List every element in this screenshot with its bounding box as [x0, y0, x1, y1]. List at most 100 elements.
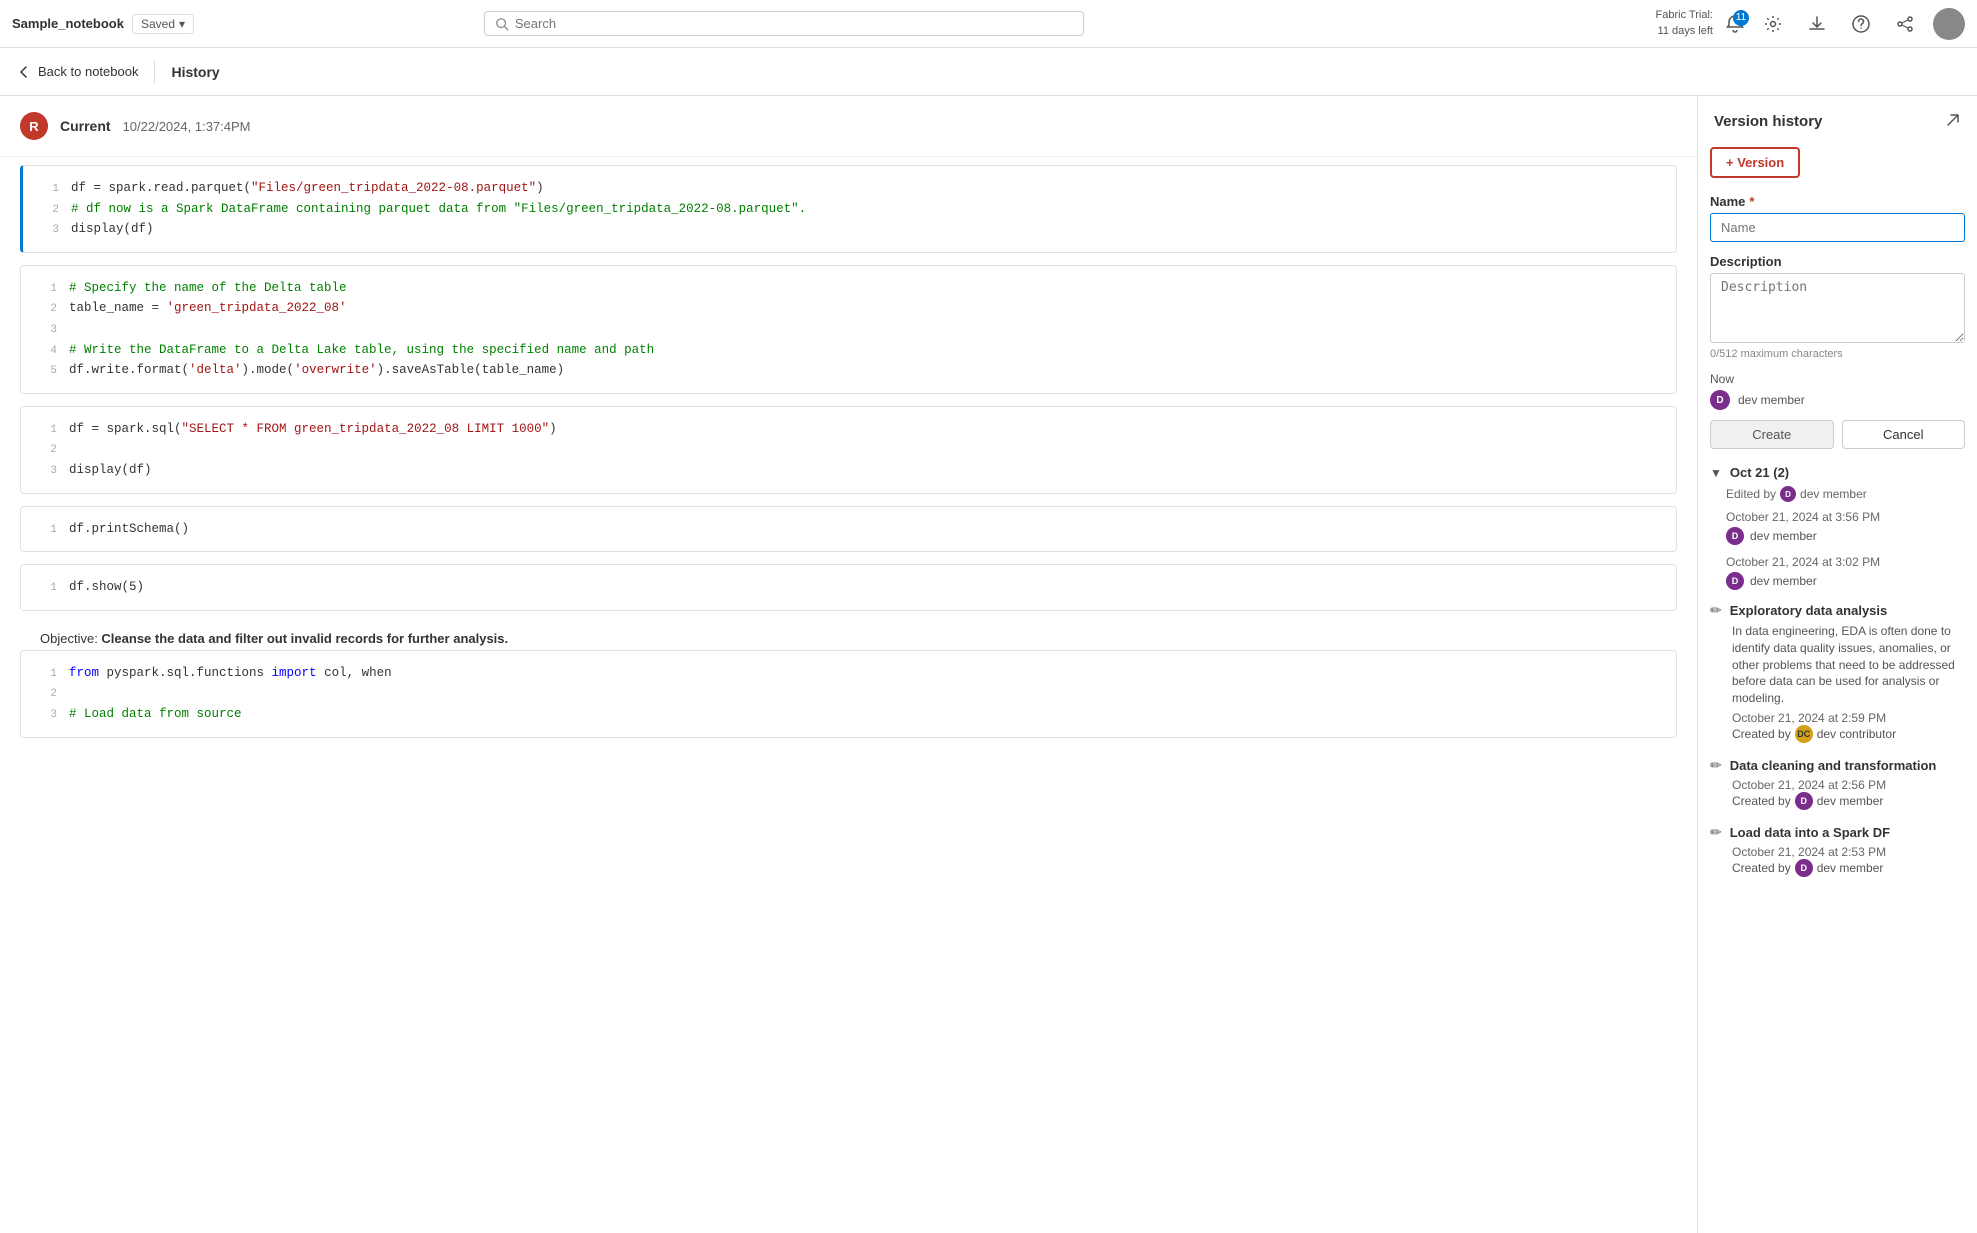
version-panel-title: Version history: [1714, 113, 1822, 130]
subheader: Back to notebook History: [0, 48, 1977, 96]
current-label: Current: [60, 118, 111, 134]
required-indicator: *: [1749, 194, 1754, 209]
version-user-avatar-0: D: [1726, 527, 1744, 545]
cancel-button[interactable]: Cancel: [1842, 420, 1966, 449]
current-date: 10/22/2024, 1:37:4PM: [123, 119, 251, 134]
topbar-right: Fabric Trial: 11 days left 11: [1656, 8, 1965, 40]
named-version-eda-desc: In data engineering, EDA is often done t…: [1732, 623, 1965, 707]
settings-button[interactable]: [1757, 8, 1789, 40]
objective-content: Cleanse the data and filter out invalid …: [101, 631, 508, 646]
named-version-cleaning-title[interactable]: Data cleaning and transformation: [1730, 758, 1937, 773]
chevron-down-icon: ▾: [179, 17, 185, 31]
code-content-6: 1from pyspark.sql.functions import col, …: [21, 651, 1676, 737]
version-entry-0: October 21, 2024 at 3:56 PM D dev member: [1710, 510, 1965, 545]
back-label: Back to notebook: [38, 64, 138, 79]
form-buttons: Create Cancel: [1710, 420, 1965, 449]
search-icon: [495, 17, 509, 31]
named-version-cleaning: ✏ Data cleaning and transformation Octob…: [1710, 757, 1965, 810]
code-content-3: 1df = spark.sql("SELECT * FROM green_tri…: [21, 407, 1676, 493]
contributor-avatar: DC: [1795, 725, 1813, 743]
download-icon: [1808, 15, 1826, 33]
help-icon: [1852, 15, 1870, 33]
edited-by-label: Edited by: [1726, 487, 1776, 501]
settings-icon: [1764, 15, 1782, 33]
create-button[interactable]: Create: [1710, 420, 1834, 449]
description-form: Description 0/512 maximum characters: [1710, 254, 1965, 360]
named-version-eda-title[interactable]: Exploratory data analysis: [1730, 603, 1888, 618]
named-version-eda-header: ✏ Exploratory data analysis: [1710, 602, 1965, 619]
named-version-load-creator: Created by D dev member: [1732, 859, 1965, 877]
topbar: Sample_notebook Saved ▾ Fabric Trial: 11…: [0, 0, 1977, 48]
description-textarea[interactable]: [1710, 273, 1965, 343]
named-version-load-title[interactable]: Load data into a Spark DF: [1730, 825, 1890, 840]
objective-prefix: Objective:: [40, 631, 101, 646]
notification-button[interactable]: 11: [1725, 14, 1745, 34]
add-version-button[interactable]: + Version: [1710, 147, 1800, 178]
cleaning-member-avatar: D: [1795, 792, 1813, 810]
pencil-icon-cleaning: ✏: [1710, 757, 1722, 774]
current-version-header: R Current 10/22/2024, 1:37:4PM: [0, 96, 1697, 157]
code-content-1: 1df = spark.read.parquet("Files/green_tr…: [23, 166, 1676, 252]
code-cell-1: 1df = spark.read.parquet("Files/green_tr…: [20, 165, 1677, 253]
search-container: [484, 11, 1084, 36]
fabric-trial: Fabric Trial: 11 days left: [1656, 8, 1713, 39]
expand-panel-button[interactable]: [1945, 112, 1961, 131]
user-avatar[interactable]: [1933, 8, 1965, 40]
cells-container: 1df = spark.read.parquet("Files/green_tr…: [0, 157, 1697, 758]
subheader-divider: [154, 60, 155, 84]
named-version-eda: ✏ Exploratory data analysis In data engi…: [1710, 602, 1965, 743]
code-cell-6: 1from pyspark.sql.functions import col, …: [20, 650, 1677, 738]
code-content-4: 1df.printSchema(): [21, 507, 1676, 552]
version-user-row-0: D dev member: [1726, 527, 1965, 545]
edited-by-row: Edited by D dev member: [1710, 486, 1965, 502]
help-button[interactable]: [1845, 8, 1877, 40]
search-input[interactable]: [515, 16, 1073, 31]
version-group-label: Oct 21 (2): [1730, 465, 1789, 480]
notification-badge: 11: [1733, 10, 1749, 26]
code-cell-2: 1# Specify the name of the Delta table 2…: [20, 265, 1677, 394]
chevron-down-icon[interactable]: ▼: [1710, 466, 1722, 480]
pencil-icon-eda: ✏: [1710, 602, 1722, 619]
share-icon: [1896, 15, 1914, 33]
named-version-load: ✏ Load data into a Spark DF October 21, …: [1710, 824, 1965, 877]
name-input[interactable]: [1710, 213, 1965, 242]
version-history-panel: Version history + Version Name * Descrip…: [1697, 96, 1977, 1233]
current-user-avatar: R: [20, 112, 48, 140]
version-user-label-0: dev member: [1750, 529, 1817, 543]
objective-text: Objective: Cleanse the data and filter o…: [20, 623, 1677, 650]
dev-member-label: dev member: [1738, 393, 1805, 407]
code-cell-5: 1df.show(5): [20, 564, 1677, 611]
pencil-icon-load: ✏: [1710, 824, 1722, 841]
version-entry-1: October 21, 2024 at 3:02 PM D dev member: [1710, 555, 1965, 590]
version-panel-content: + Version Name * Description 0/512 maxim…: [1698, 139, 1977, 1233]
version-date-0: October 21, 2024 at 3:56 PM: [1726, 510, 1965, 524]
named-version-cleaning-header: ✏ Data cleaning and transformation: [1710, 757, 1965, 774]
current-user-row: D dev member: [1710, 390, 1965, 410]
back-to-notebook-button[interactable]: Back to notebook: [16, 64, 138, 80]
name-form: Name *: [1710, 194, 1965, 242]
version-group-oct21-header: ▼ Oct 21 (2): [1710, 465, 1965, 480]
download-button[interactable]: [1801, 8, 1833, 40]
version-user-avatar-1: D: [1726, 572, 1744, 590]
history-button[interactable]: History: [171, 64, 219, 80]
named-version-load-header: ✏ Load data into a Spark DF: [1710, 824, 1965, 841]
named-version-load-date: October 21, 2024 at 2:53 PM: [1732, 845, 1965, 859]
now-label: Now: [1710, 372, 1965, 386]
code-cell-3: 1df = spark.sql("SELECT * FROM green_tri…: [20, 406, 1677, 494]
saved-status[interactable]: Saved ▾: [132, 14, 194, 34]
char-count: 0/512 maximum characters: [1710, 348, 1965, 360]
named-version-cleaning-date: October 21, 2024 at 2:56 PM: [1732, 778, 1965, 792]
description-form-label: Description: [1710, 254, 1965, 269]
dev-member-avatar: D: [1710, 390, 1730, 410]
version-date-1: October 21, 2024 at 3:02 PM: [1726, 555, 1965, 569]
named-version-eda-date: October 21, 2024 at 2:59 PM: [1732, 711, 1965, 725]
load-member-avatar: D: [1795, 859, 1813, 877]
share-button[interactable]: [1889, 8, 1921, 40]
notebook-title: Sample_notebook: [12, 16, 124, 31]
version-panel-header: Version history: [1698, 96, 1977, 139]
main-container: R Current 10/22/2024, 1:37:4PM 1df = spa…: [0, 96, 1977, 1233]
edited-by-user: dev member: [1800, 487, 1867, 501]
edited-by-avatar: D: [1780, 486, 1796, 502]
saved-label: Saved: [141, 17, 175, 31]
version-user-row-1: D dev member: [1726, 572, 1965, 590]
